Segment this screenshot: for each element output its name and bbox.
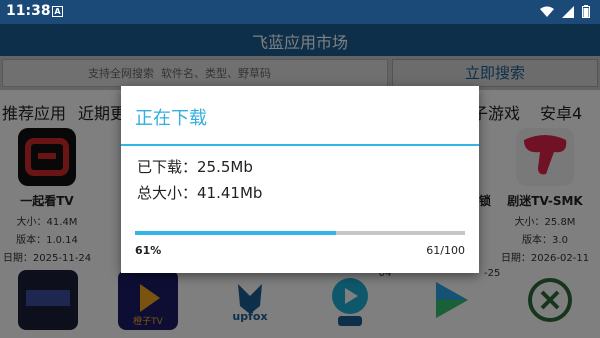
notification-a-icon: A — [52, 6, 63, 17]
downloaded-amount: 已下载：25.5Mb — [137, 158, 253, 176]
progress-count: 61/100 — [426, 244, 465, 257]
total-size: 总大小：41.41Mb — [137, 184, 263, 202]
signal-icon — [562, 5, 574, 18]
dialog-title: 正在下载 — [135, 108, 207, 129]
wifi-icon — [540, 6, 554, 17]
status-bar: 11:38 A — [0, 0, 600, 24]
download-progress-fill — [135, 231, 337, 235]
battery-icon — [582, 5, 590, 18]
download-dialog: 正在下载 已下载：25.5Mb 总大小：41.41Mb 61% 61/100 — [121, 86, 479, 273]
progress-percent: 61% — [135, 244, 162, 257]
download-progress-bar — [135, 231, 465, 235]
status-icons — [540, 5, 590, 18]
status-time: 11:38 — [6, 3, 51, 19]
dialog-divider — [121, 144, 479, 146]
